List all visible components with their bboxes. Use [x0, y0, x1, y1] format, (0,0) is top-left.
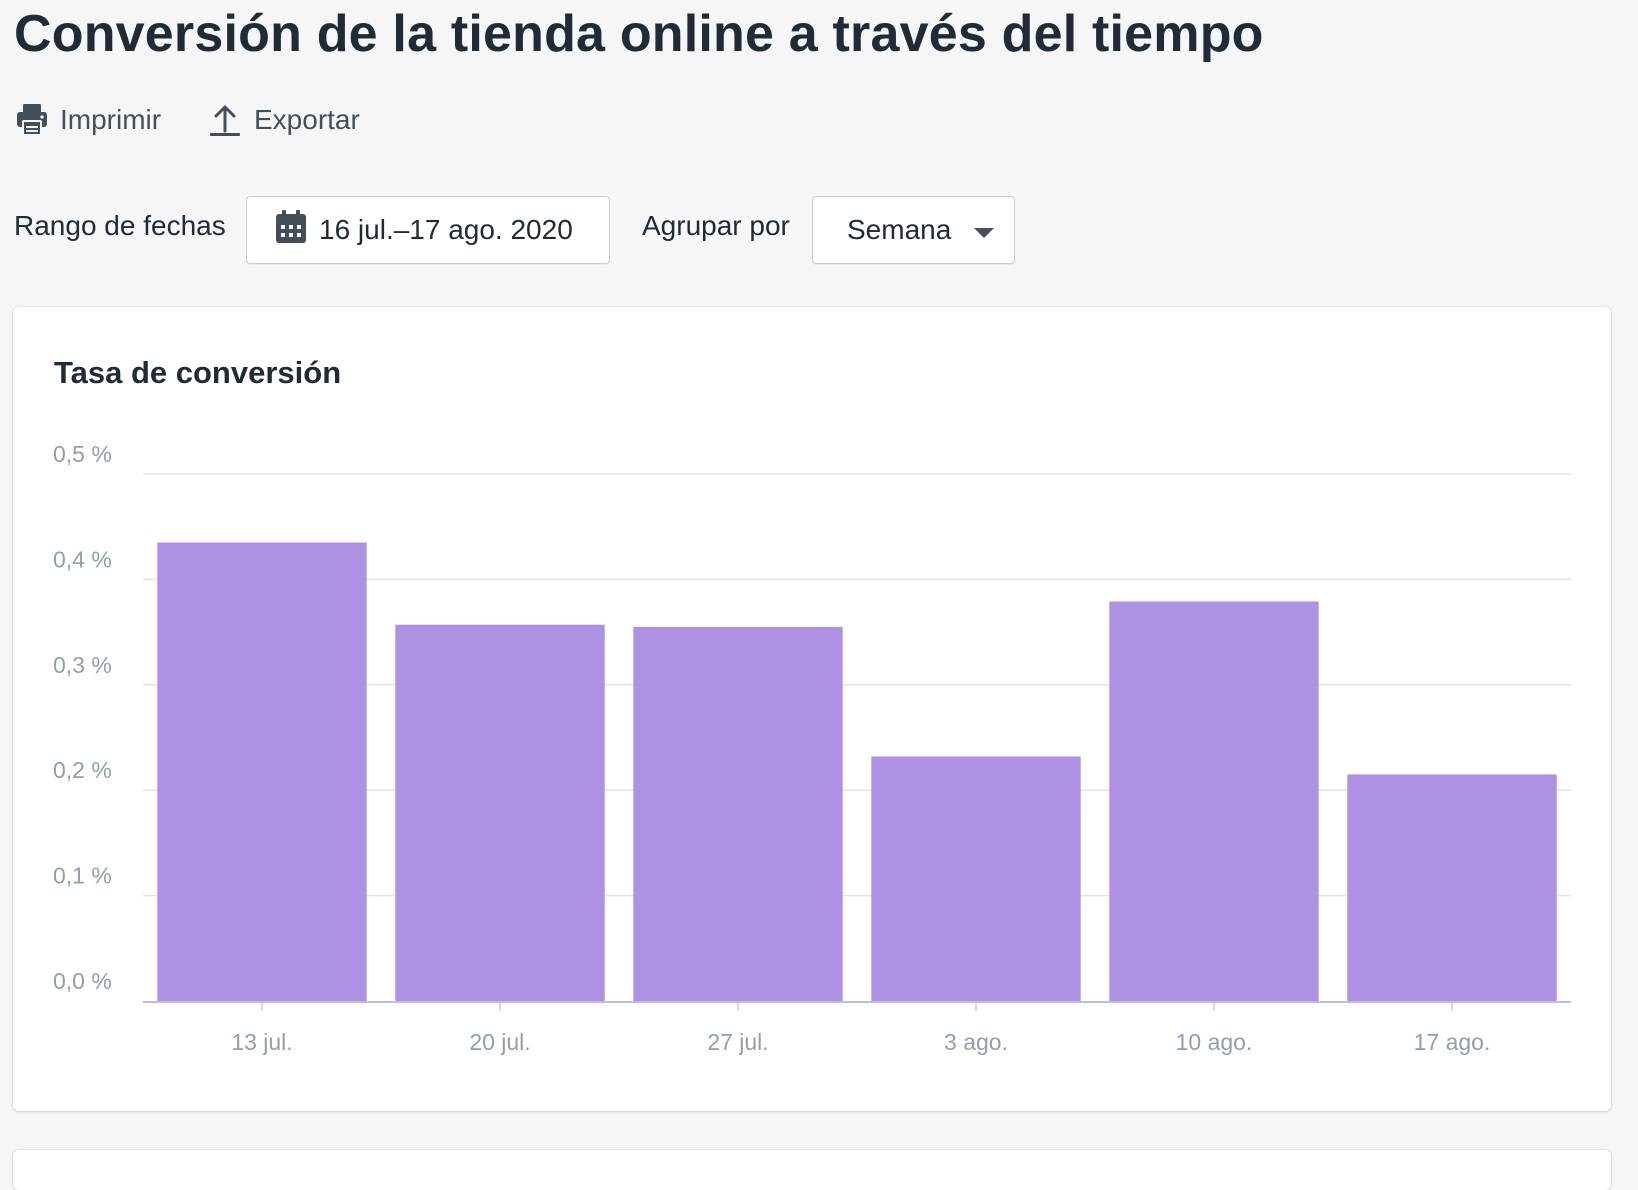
bar: [871, 756, 1081, 1001]
secondary-card: [13, 1150, 1611, 1190]
print-button[interactable]: Imprimir: [16, 100, 161, 140]
printer-icon: [16, 103, 48, 137]
date-range-label: Rango de fechas: [14, 210, 226, 241]
y-tick-label: 0,4 %: [53, 546, 112, 572]
calendar-icon: [275, 209, 307, 251]
page-title: Conversión de la tienda online a través …: [14, 5, 1264, 63]
date-range-value: 16 jul.–17 ago. 2020: [319, 214, 573, 245]
x-tick-label: 20 jul.: [469, 1029, 530, 1055]
y-tick-label: 0,1 %: [53, 863, 112, 889]
caret-down-icon: [973, 214, 995, 246]
y-tick-label: 0,2 %: [53, 757, 112, 783]
x-tick-label: 10 ago.: [1176, 1029, 1253, 1055]
y-tick-label: 0,0 %: [53, 968, 112, 994]
export-label: Exportar: [254, 104, 360, 135]
bar: [1347, 774, 1557, 1001]
print-label: Imprimir: [60, 104, 162, 135]
x-tick-label: 27 jul.: [707, 1029, 768, 1055]
date-range-picker[interactable]: 16 jul.–17 ago. 2020: [246, 196, 610, 264]
bar: [395, 624, 605, 1001]
x-tick-label: 17 ago.: [1414, 1029, 1491, 1055]
x-tick-label: 13 jul.: [231, 1029, 292, 1055]
y-tick-label: 0,3 %: [53, 652, 112, 678]
group-by-value: Semana: [847, 214, 952, 245]
upload-icon: [208, 103, 242, 137]
bar: [633, 626, 843, 1001]
export-button[interactable]: Exportar: [208, 100, 360, 140]
group-by-label: Agrupar por: [642, 210, 790, 241]
bar: [1109, 601, 1319, 1001]
x-tick-label: 3 ago.: [944, 1029, 1008, 1055]
y-tick-label: 0,5 %: [53, 441, 112, 467]
group-by-select[interactable]: Semana: [812, 196, 1015, 264]
bar: [157, 542, 367, 1001]
conversion-chart-card: Tasa de conversión 0,0 % 0,1 % 0,2 % 0,3 % 0…: [13, 307, 1611, 1111]
conversion-bar-chart: 0,0 % 0,1 % 0,2 % 0,3 % 0,4 % 0,5 % 13 jul. 20 …: [53, 441, 1571, 1055]
